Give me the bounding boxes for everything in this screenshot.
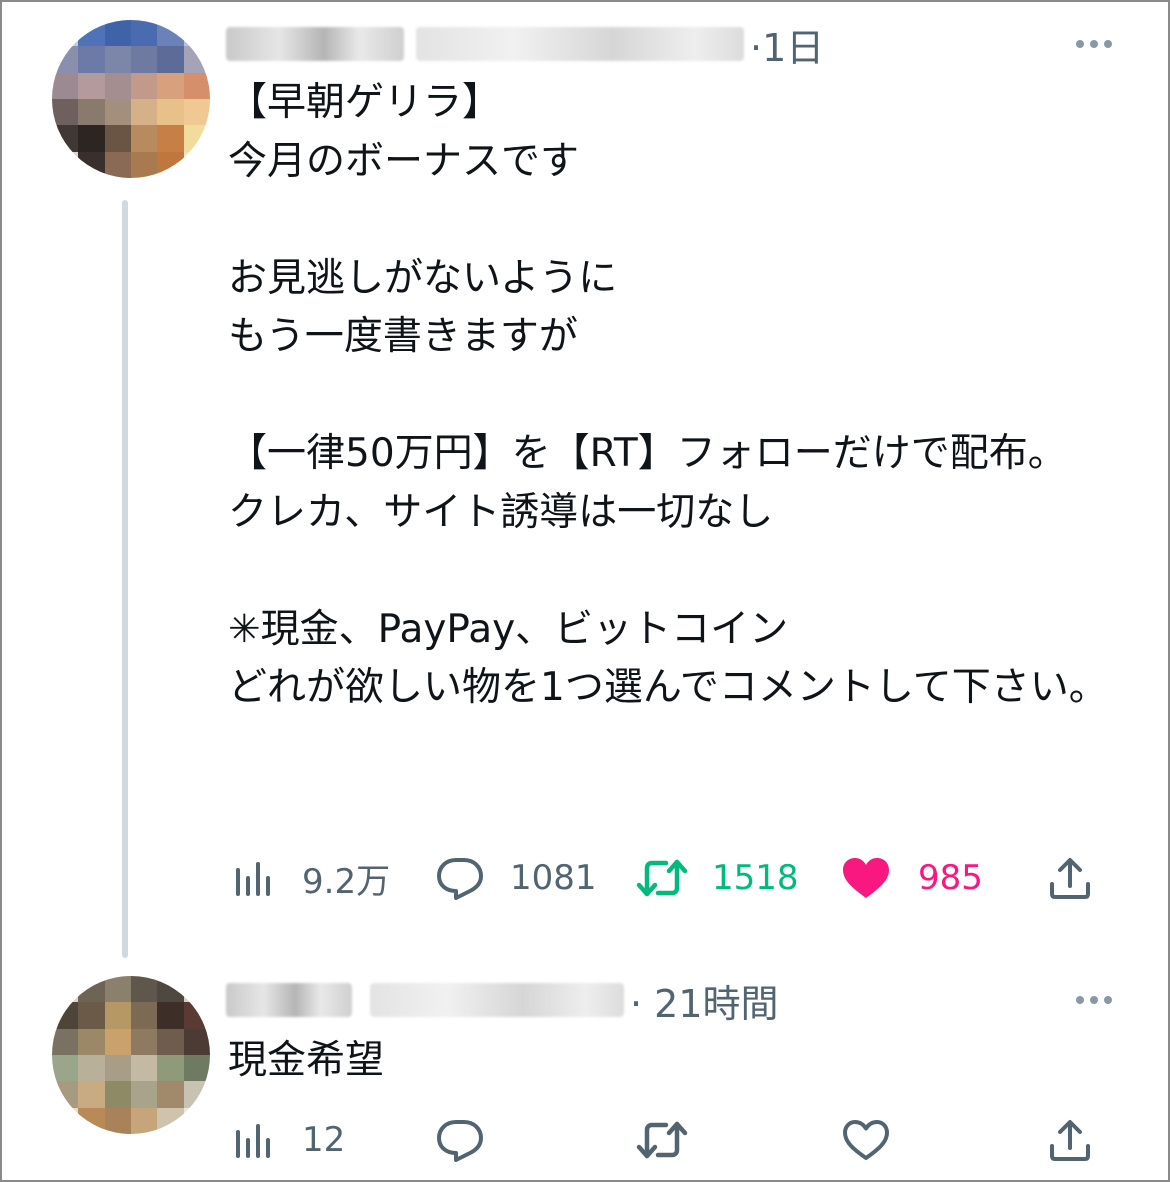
retweet-arrows-icon <box>636 1120 688 1160</box>
retweet-arrows-icon <box>636 858 688 898</box>
more-options-button[interactable] <box>1076 996 1112 1004</box>
tweet-body: 現金希望 <box>228 1038 385 1083</box>
blurred-display-name[interactable] <box>226 27 404 61</box>
tweet-actions: 9.2万 1081 1518 985 <box>230 848 1100 908</box>
avatar[interactable] <box>52 20 210 178</box>
tweet-time[interactable]: · 21時間 <box>630 973 779 1028</box>
more-options-button[interactable] <box>1076 40 1112 48</box>
ellipsis-icon <box>1076 40 1084 48</box>
avatar[interactable] <box>52 976 210 1134</box>
heart-icon <box>842 1119 890 1161</box>
tweet-thread: ·1日 【早朝ゲリラ】 今月のボーナスです お見逃しがないように もう一度書きま… <box>0 0 1170 1182</box>
blurred-handle[interactable] <box>416 27 744 61</box>
tweet-time[interactable]: ·1日 <box>750 17 824 72</box>
blurred-display-name[interactable] <box>226 983 352 1017</box>
views-button[interactable]: 9.2万 <box>234 848 390 908</box>
retweet-button[interactable] <box>636 1110 688 1170</box>
tweet-header: ·1日 <box>226 14 824 74</box>
ellipsis-icon <box>1076 996 1084 1004</box>
tweet-header: · 21時間 <box>226 970 779 1030</box>
heart-icon <box>842 857 890 899</box>
share-button[interactable] <box>1048 848 1092 908</box>
bar-chart-icon <box>234 1120 274 1160</box>
blurred-handle[interactable] <box>370 983 624 1017</box>
like-count: 985 <box>918 858 983 898</box>
speech-bubble-icon <box>436 1118 484 1162</box>
views-count: 9.2万 <box>302 861 391 902</box>
share-upload-icon <box>1048 1118 1092 1162</box>
reply-count: 1081 <box>510 858 597 898</box>
like-button[interactable] <box>842 1110 890 1170</box>
like-button[interactable]: 985 <box>842 848 983 908</box>
views-count: 12 <box>302 1120 346 1160</box>
retweet-button[interactable]: 1518 <box>636 848 799 908</box>
retweet-count: 1518 <box>712 858 799 898</box>
bar-chart-icon <box>234 858 274 898</box>
speech-bubble-icon <box>436 856 484 900</box>
tweet-body: 【早朝ゲリラ】 今月のボーナスです お見逃しがないように もう一度書きますが 【… <box>228 80 1108 710</box>
share-button[interactable] <box>1048 1110 1092 1170</box>
reply-button[interactable] <box>436 1110 484 1170</box>
thread-line <box>122 200 128 958</box>
tweet-actions: 12 <box>230 1110 1100 1170</box>
share-upload-icon <box>1048 856 1092 900</box>
views-button[interactable]: 12 <box>234 1110 345 1170</box>
reply-button[interactable]: 1081 <box>436 848 597 908</box>
